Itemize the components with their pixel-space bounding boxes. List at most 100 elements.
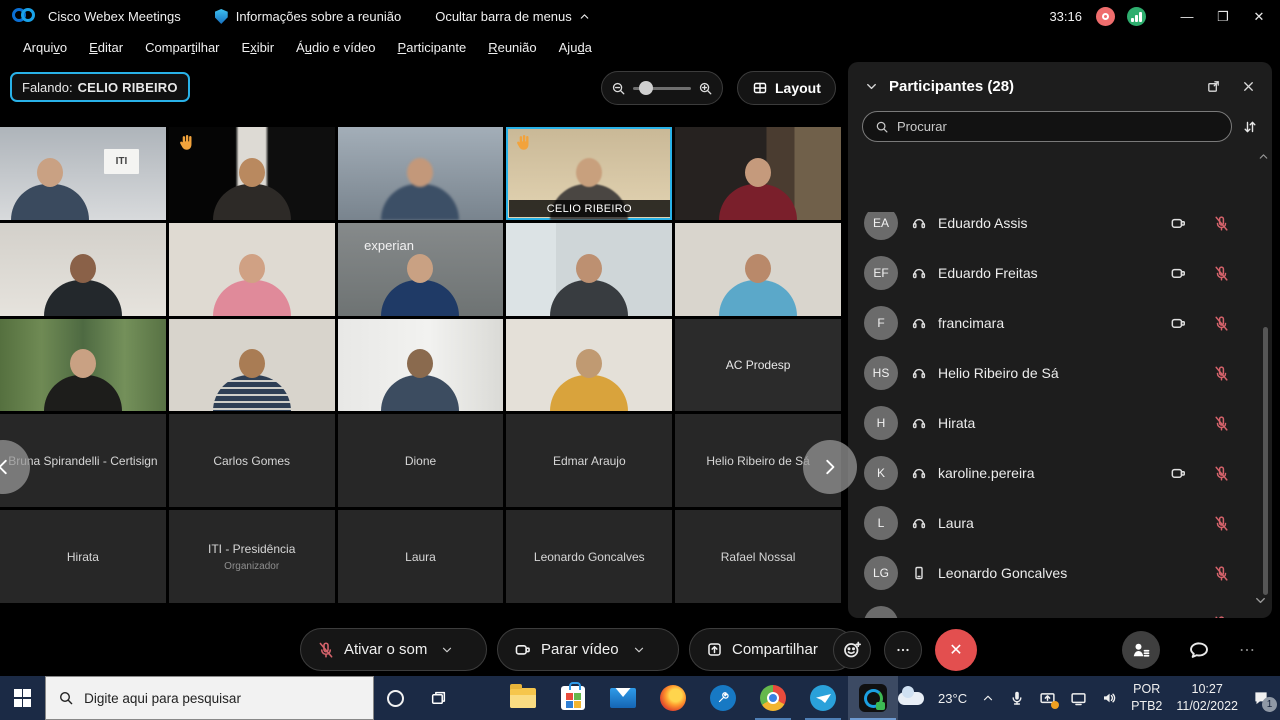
chevron-down-icon[interactable] — [864, 79, 879, 94]
name-tile-hirata[interactable]: Hirata — [0, 510, 166, 603]
maximize-button[interactable]: ❐ — [1208, 4, 1238, 30]
name-tile-dione[interactable]: Dione — [338, 414, 504, 507]
name-tile-carlos-gomes[interactable]: Carlos Gomes — [169, 414, 335, 507]
zoom-slider[interactable] — [633, 87, 691, 90]
minimize-button[interactable]: — — [1172, 4, 1202, 30]
menu-item-compartilhar[interactable]: Compartilhar — [134, 36, 230, 59]
scroll-up-icon[interactable] — [1257, 150, 1270, 163]
participant-row-helio-ribeiro-de-s-[interactable]: HSHelio Ribeiro de Sá — [848, 348, 1260, 398]
unmute-button[interactable]: Ativar o som — [300, 628, 487, 671]
participant-row-hirata[interactable]: HHirata — [848, 398, 1260, 448]
participant-row-eduardo-assis[interactable]: EAEduardo Assis — [848, 212, 1260, 248]
tray-network-icon[interactable] — [1070, 690, 1087, 707]
next-page-arrow-button[interactable] — [803, 440, 857, 494]
start-button[interactable] — [0, 676, 45, 720]
close-window-button[interactable]: ✕ — [1244, 4, 1274, 30]
video-tile-celio-ribeiro[interactable]: CELIO RIBEIRO — [506, 127, 672, 220]
tray-microphone-icon[interactable] — [1009, 690, 1025, 706]
name-tile-edmar-araujo[interactable]: Edmar Araujo — [506, 414, 672, 507]
video-tile-down[interactable] — [338, 319, 504, 412]
menu-item-arquivo[interactable]: Arquivo — [12, 36, 78, 59]
headset-device-icon — [911, 365, 927, 381]
scrollbar-thumb[interactable] — [1263, 327, 1268, 595]
sort-participants-button[interactable] — [1242, 119, 1258, 135]
task-view-button[interactable] — [417, 676, 460, 720]
avatar: F — [864, 306, 898, 340]
participants-toggle-button[interactable] — [1122, 631, 1160, 669]
video-tile-trees[interactable] — [0, 319, 166, 412]
share-content-button[interactable]: Compartilhar — [689, 628, 855, 671]
taskbar-app-firefox[interactable] — [648, 676, 698, 720]
chevron-down-icon[interactable] — [440, 643, 454, 657]
notification-center-button[interactable]: 1 — [1252, 689, 1270, 707]
more-options-button[interactable] — [884, 631, 922, 669]
close-panel-icon[interactable] — [1241, 79, 1256, 94]
taskbar-app-webex[interactable] — [848, 676, 898, 720]
menu-bar: ArquivoEditarCompartilharExibirÁudio e v… — [0, 33, 1280, 61]
menu-item-exibir[interactable]: Exibir — [231, 36, 286, 59]
participant-row-m-rcio-nunes[interactable]: MNMárcio Nunes — [848, 598, 1260, 618]
name-tile-iti-presid-ncia[interactable]: ITI - PresidênciaOrganizador — [169, 510, 335, 603]
menu-item-participante[interactable]: Participante — [387, 36, 478, 59]
video-tile-pink[interactable] — [169, 223, 335, 316]
layout-button[interactable]: Layout — [737, 71, 836, 105]
video-tile-light-room[interactable] — [0, 223, 166, 316]
participant-silhouette — [550, 254, 628, 316]
weather-icon[interactable] — [898, 692, 924, 705]
menu-item-ajuda[interactable]: Ajuda — [548, 36, 603, 59]
zoom-in-icon[interactable] — [698, 81, 713, 96]
participant-row-francimara[interactable]: Ffrancimara — [848, 298, 1260, 348]
taskbar-app-telegram[interactable] — [798, 676, 848, 720]
participant-row-karoline-pereira[interactable]: Kkaroline.pereira — [848, 448, 1260, 498]
scroll-down-icon[interactable] — [1253, 593, 1268, 608]
participant-row-eduardo-freitas[interactable]: EFEduardo Freitas — [848, 248, 1260, 298]
video-tile-striped[interactable] — [169, 319, 335, 412]
tile-name: Laura — [405, 550, 436, 564]
language-indicator[interactable]: PORPTB2 — [1131, 681, 1162, 715]
taskbar-clock[interactable]: 10:2711/02/2022 — [1176, 681, 1238, 715]
label-tile-ac-prodesp[interactable]: AC Prodesp — [675, 319, 841, 412]
video-tile-woman-yellow[interactable] — [506, 319, 672, 412]
menu-item-reuni-o[interactable]: Reunião — [477, 36, 547, 59]
menu-item--udio-e-v-deo[interactable]: Áudio e vídeo — [285, 36, 387, 59]
video-tile-experian[interactable]: experian — [338, 223, 504, 316]
hide-menu-bar-button[interactable]: Ocultar barra de menus — [435, 9, 591, 24]
video-tile-blur-blue[interactable] — [338, 127, 504, 220]
video-tile-office-iti[interactable]: ITI — [0, 127, 166, 220]
video-tile-dark-window[interactable] — [169, 127, 335, 220]
participant-row-laura[interactable]: LLaura — [848, 498, 1260, 548]
zoom-slider-knob[interactable] — [639, 81, 653, 95]
taskbar-app-mail[interactable] — [598, 676, 648, 720]
taskbar-app-tools[interactable] — [698, 676, 748, 720]
zoom-out-icon[interactable] — [611, 81, 626, 96]
participants-search-input[interactable]: Procurar — [862, 111, 1232, 142]
taskbar-app-chrome[interactable] — [748, 676, 798, 720]
video-tile-woman-red[interactable] — [675, 127, 841, 220]
video-tile-office2[interactable] — [506, 223, 672, 316]
pop-out-panel-icon[interactable] — [1206, 79, 1221, 94]
leave-meeting-button[interactable]: ✕ — [935, 629, 977, 671]
participant-row-leonardo-goncalves[interactable]: LGLeonardo Goncalves — [848, 548, 1260, 598]
menu-item-editar[interactable]: Editar — [78, 36, 134, 59]
search-icon — [58, 690, 74, 706]
meeting-info-label[interactable]: Informações sobre a reunião — [236, 9, 401, 24]
tray-screenshare-icon[interactable] — [1039, 690, 1056, 707]
tray-expand-chevron-icon[interactable] — [981, 691, 995, 705]
chevron-down-icon[interactable] — [632, 643, 646, 657]
name-tile-leonardo-goncalves[interactable]: Leonardo Goncalves — [506, 510, 672, 603]
stop-video-button[interactable]: Parar vídeo — [497, 628, 679, 671]
tray-volume-icon[interactable] — [1101, 690, 1117, 706]
weather-temperature[interactable]: 23°C — [938, 691, 967, 706]
more-panels-button[interactable]: ⋯ — [1228, 631, 1266, 669]
reactions-button[interactable] — [833, 631, 871, 669]
name-tile-rafael-nossal[interactable]: Rafael Nossal — [675, 510, 841, 603]
tile-name: Bruna Spirandelli - Certisign — [8, 454, 157, 468]
taskbar-app-file-explorer[interactable] — [498, 676, 548, 720]
chat-button[interactable] — [1180, 631, 1218, 669]
name-tile-laura[interactable]: Laura — [338, 510, 504, 603]
video-tile-woman-blue[interactable] — [675, 223, 841, 316]
participant-silhouette — [719, 158, 797, 220]
taskbar-app-microsoft-store[interactable] — [548, 676, 598, 720]
cortana-button[interactable] — [374, 676, 417, 720]
taskbar-search-input[interactable]: Digite aqui para pesquisar — [45, 676, 374, 720]
